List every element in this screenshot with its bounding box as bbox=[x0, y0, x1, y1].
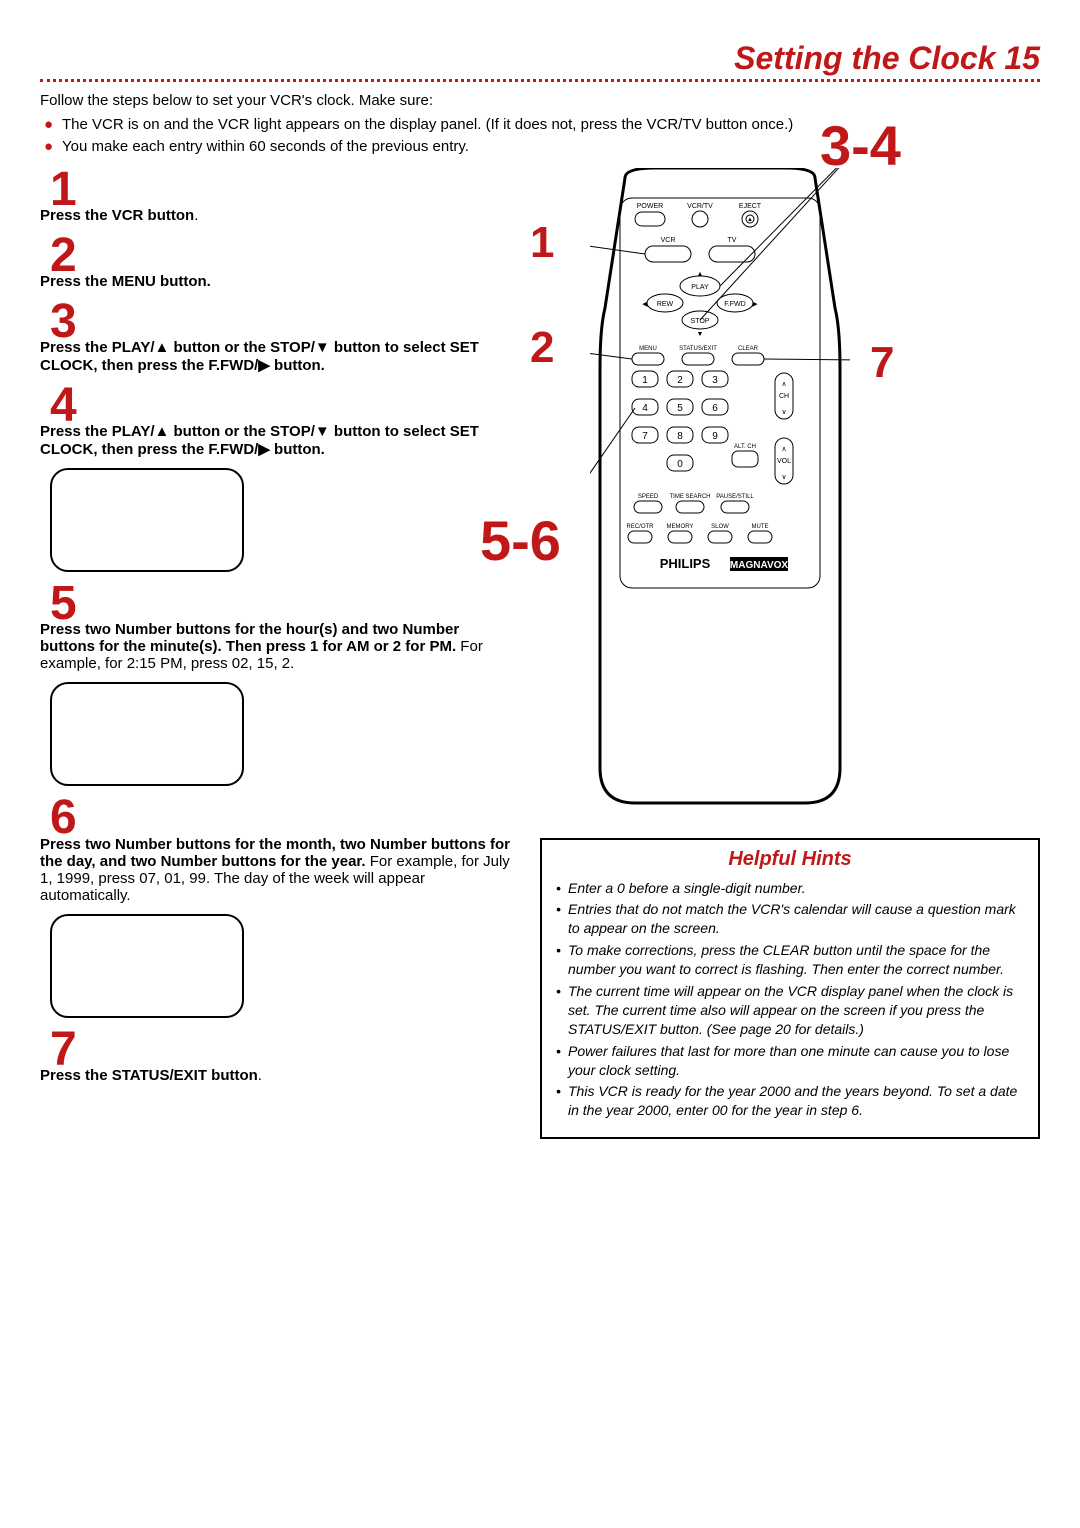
svg-text:4: 4 bbox=[642, 403, 648, 414]
hint-item: This VCR is ready for the year 2000 and … bbox=[556, 1082, 1024, 1120]
step-number: 4 bbox=[50, 384, 510, 427]
svg-text:EJECT: EJECT bbox=[739, 203, 762, 210]
step-text: Press the VCR button. bbox=[40, 207, 510, 224]
screen-placeholder bbox=[50, 468, 244, 572]
svg-text:REW: REW bbox=[657, 301, 674, 308]
svg-text:PLAY: PLAY bbox=[691, 284, 709, 291]
svg-text:5: 5 bbox=[677, 403, 683, 414]
remote-control-svg: POWER VCR/TV EJECT ▲ VCR TV bbox=[590, 168, 850, 808]
svg-text:▼: ▼ bbox=[697, 331, 704, 338]
step-text: Press two Number buttons for the month, … bbox=[40, 836, 510, 904]
svg-text:∧: ∧ bbox=[781, 446, 786, 453]
hint-item: The current time will appear on the VCR … bbox=[556, 982, 1024, 1039]
callout-5-6: 5-6 bbox=[480, 508, 561, 573]
svg-text:1: 1 bbox=[642, 375, 648, 386]
step-number: 1 bbox=[50, 168, 510, 211]
callout-1: 1 bbox=[530, 218, 554, 268]
svg-text:ALT. CH: ALT. CH bbox=[734, 444, 756, 450]
step-text: Press two Number buttons for the hour(s)… bbox=[40, 621, 510, 672]
step-1: 1 Press the VCR button. bbox=[40, 168, 510, 224]
svg-text:6: 6 bbox=[712, 403, 718, 414]
step-3: 3 Press the PLAY/▲ button or the STOP/▼ … bbox=[40, 300, 510, 374]
step-7: 7 Press the STATUS/EXIT button. bbox=[40, 1028, 510, 1084]
step-number: 7 bbox=[50, 1028, 510, 1071]
svg-text:SLOW: SLOW bbox=[711, 524, 729, 530]
svg-text:MEMORY: MEMORY bbox=[667, 524, 694, 530]
hint-item: To make corrections, press the CLEAR but… bbox=[556, 941, 1024, 979]
screen-placeholder bbox=[50, 914, 244, 1018]
svg-text:2: 2 bbox=[677, 375, 683, 386]
hints-list: Enter a 0 before a single-digit number. … bbox=[556, 879, 1024, 1121]
svg-text:POWER: POWER bbox=[637, 203, 663, 210]
svg-text:∨: ∨ bbox=[781, 474, 786, 481]
step-number: 5 bbox=[50, 582, 510, 625]
svg-text:PAUSE/STILL: PAUSE/STILL bbox=[716, 494, 754, 500]
svg-text:3: 3 bbox=[712, 375, 718, 386]
step-number: 2 bbox=[50, 234, 510, 277]
svg-text:9: 9 bbox=[712, 431, 718, 442]
svg-text:0: 0 bbox=[677, 459, 683, 470]
svg-text:VCR: VCR bbox=[661, 237, 676, 244]
page-title: Setting the Clock 15 bbox=[40, 40, 1040, 77]
svg-text:∧: ∧ bbox=[781, 381, 786, 388]
step-2: 2 Press the MENU button. bbox=[40, 234, 510, 290]
step-text: Press the MENU button. bbox=[40, 273, 510, 290]
step-5: 5 Press two Number buttons for the hour(… bbox=[40, 582, 510, 786]
svg-text:VOL: VOL bbox=[777, 458, 791, 465]
svg-text:∨: ∨ bbox=[781, 409, 786, 416]
hint-item: Enter a 0 before a single-digit number. bbox=[556, 879, 1024, 898]
callout-7: 7 bbox=[870, 338, 894, 388]
svg-text:TV: TV bbox=[728, 237, 737, 244]
svg-text:PHILIPS: PHILIPS bbox=[660, 556, 711, 571]
svg-text:7: 7 bbox=[642, 431, 648, 442]
step-text: Press the PLAY/▲ button or the STOP/▼ bu… bbox=[40, 339, 510, 374]
svg-text:MENU: MENU bbox=[639, 346, 657, 352]
steps-column: 1 Press the VCR button. 2 Press the MENU… bbox=[40, 168, 510, 1140]
svg-text:REC/OTR: REC/OTR bbox=[627, 524, 655, 530]
step-text: Press the PLAY/▲ button or the STOP/▼ bu… bbox=[40, 423, 510, 458]
svg-text:MAGNAVOX: MAGNAVOX bbox=[730, 560, 788, 571]
step-4: 4 Press the PLAY/▲ button or the STOP/▼ … bbox=[40, 384, 510, 572]
hints-title: Helpful Hints bbox=[556, 848, 1024, 871]
svg-text:TIME SEARCH: TIME SEARCH bbox=[669, 494, 710, 500]
hint-item: Entries that do not match the VCR's cale… bbox=[556, 900, 1024, 938]
remote-diagram: 1 2 3-4 5-6 7 POWER VCR/TV EJECT bbox=[540, 168, 1040, 818]
step-6: 6 Press two Number buttons for the month… bbox=[40, 796, 510, 1017]
svg-text:MUTE: MUTE bbox=[752, 524, 769, 530]
step-text: Press the STATUS/EXIT button. bbox=[40, 1067, 510, 1084]
svg-text:STATUS/EXIT: STATUS/EXIT bbox=[679, 346, 717, 352]
svg-text:8: 8 bbox=[677, 431, 683, 442]
svg-text:CH: CH bbox=[779, 393, 789, 400]
svg-text:F.FWD: F.FWD bbox=[724, 301, 745, 308]
callout-2: 2 bbox=[530, 323, 554, 373]
divider-dotted bbox=[40, 79, 1040, 82]
hint-item: Power failures that last for more than o… bbox=[556, 1042, 1024, 1080]
screen-placeholder bbox=[50, 682, 244, 786]
step-number: 3 bbox=[50, 300, 510, 343]
svg-text:▲: ▲ bbox=[747, 217, 753, 223]
helpful-hints-box: Helpful Hints Enter a 0 before a single-… bbox=[540, 838, 1040, 1140]
step-number: 6 bbox=[50, 796, 510, 839]
intro-text: Follow the steps below to set your VCR's… bbox=[40, 92, 1040, 109]
svg-text:VCR/TV: VCR/TV bbox=[687, 203, 713, 210]
svg-text:STOP: STOP bbox=[691, 318, 710, 325]
svg-text:SPEED: SPEED bbox=[638, 494, 659, 500]
svg-text:CLEAR: CLEAR bbox=[738, 346, 759, 352]
